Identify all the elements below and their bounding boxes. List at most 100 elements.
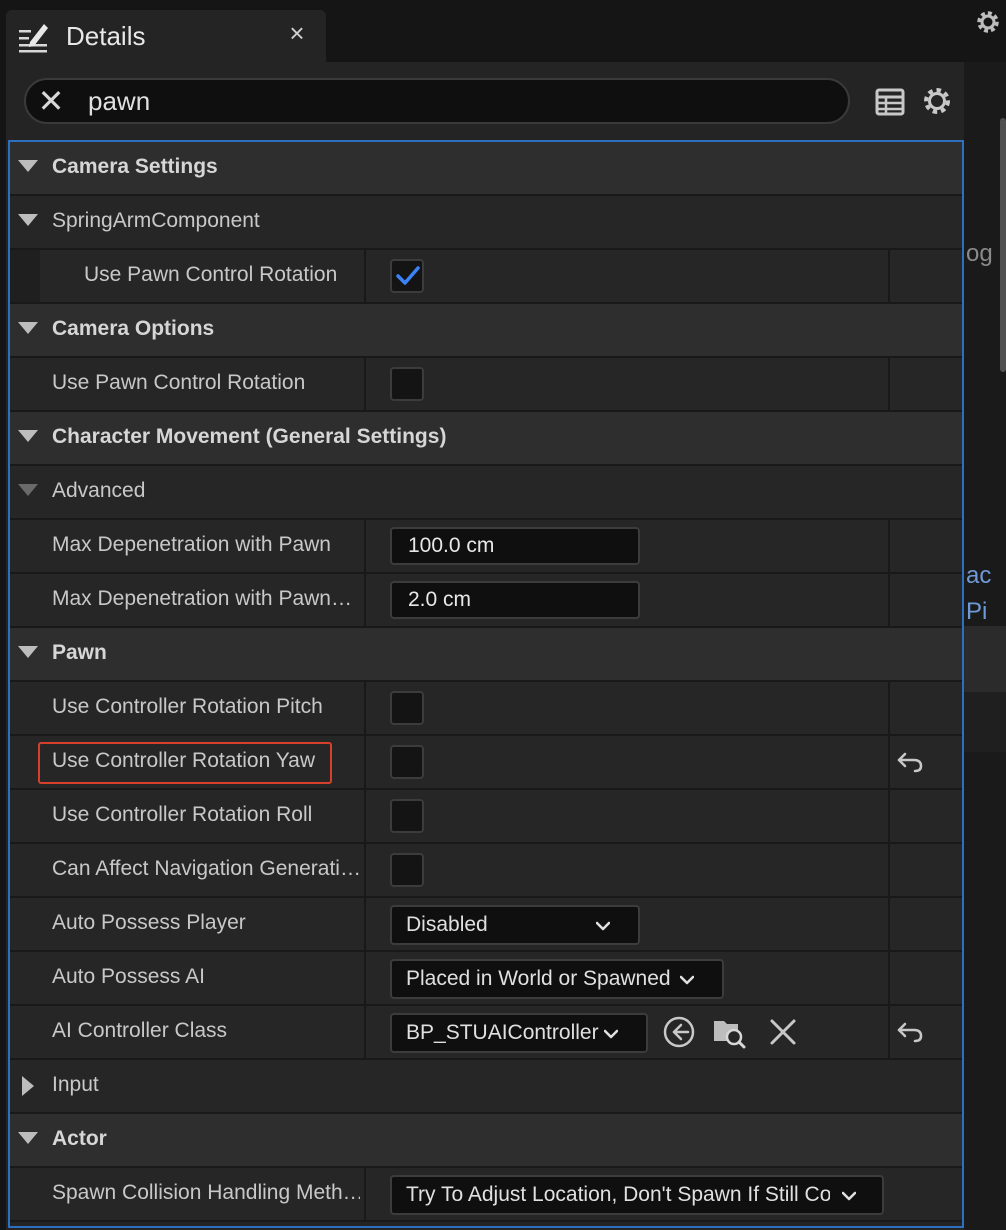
camera-use-pawn-control-checkbox[interactable] bbox=[390, 367, 424, 401]
chevron-down-icon bbox=[680, 975, 694, 985]
subcategory-label: Advanced bbox=[52, 479, 146, 502]
category-label: Camera Settings bbox=[52, 155, 218, 178]
expand-arrow-icon[interactable] bbox=[18, 1132, 38, 1144]
category-label: Input bbox=[52, 1073, 99, 1096]
category-character-movement[interactable]: Character Movement (General Settings) bbox=[10, 412, 962, 466]
category-camera-options[interactable]: Camera Options bbox=[10, 304, 962, 358]
expand-arrow-icon[interactable] bbox=[18, 160, 38, 172]
expand-arrow-icon[interactable] bbox=[18, 646, 38, 658]
property-label: Max Depenetration with Pawn bbox=[52, 533, 331, 556]
property-row: AI Controller Class BP_STUAIController bbox=[10, 1006, 962, 1060]
gear-icon[interactable] bbox=[972, 6, 1004, 38]
column-divider[interactable] bbox=[364, 520, 366, 572]
category-label: Camera Options bbox=[52, 317, 215, 340]
property-label: Spawn Collision Handling Meth… bbox=[52, 1181, 360, 1204]
property-label: Auto Possess AI bbox=[52, 965, 205, 988]
column-divider[interactable] bbox=[364, 250, 366, 302]
tab-bar: Details × bbox=[0, 0, 1006, 62]
property-label: Use Controller Rotation Pitch bbox=[52, 695, 323, 718]
dropdown-value: Placed in World or Spawned bbox=[406, 967, 671, 990]
details-pencil-icon bbox=[19, 24, 48, 53]
collapse-arrow-icon[interactable] bbox=[22, 1076, 34, 1096]
property-row: Use Controller Rotation Roll bbox=[10, 790, 962, 844]
column-divider[interactable] bbox=[364, 844, 366, 896]
ai-controller-class-dropdown[interactable]: BP_STUAIController bbox=[390, 1013, 648, 1053]
clear-asset-icon[interactable] bbox=[766, 1015, 800, 1049]
column-divider[interactable] bbox=[364, 898, 366, 950]
search-row: ✕ bbox=[6, 62, 964, 140]
column-divider[interactable] bbox=[364, 358, 366, 410]
use-controller-rotation-pitch-checkbox[interactable] bbox=[390, 691, 424, 725]
auto-possess-ai-dropdown[interactable]: Placed in World or Spawned bbox=[390, 959, 724, 999]
adjacent-block bbox=[964, 626, 1006, 692]
reset-to-default-icon[interactable] bbox=[896, 750, 924, 774]
property-label: Auto Possess Player bbox=[52, 911, 246, 934]
column-divider[interactable] bbox=[364, 1168, 366, 1220]
search-box[interactable]: ✕ bbox=[24, 78, 850, 124]
max-depenetration-with-pawn-input[interactable]: 100.0 cm bbox=[390, 527, 640, 565]
property-label: AI Controller Class bbox=[52, 1019, 228, 1042]
search-input[interactable] bbox=[88, 84, 828, 118]
reset-to-default-icon[interactable] bbox=[896, 1020, 924, 1044]
category-actor[interactable]: Actor bbox=[10, 1114, 962, 1168]
subcategory-label: SpringArmComponent bbox=[52, 209, 260, 232]
chevron-down-icon bbox=[596, 921, 610, 931]
dropdown-value: Disabled bbox=[406, 913, 488, 936]
column-divider bbox=[888, 1006, 890, 1058]
max-depenetration-with-pawn-2-input[interactable]: 2.0 cm bbox=[390, 581, 640, 619]
category-pawn[interactable]: Pawn bbox=[10, 628, 962, 682]
column-divider bbox=[888, 844, 890, 896]
column-divider bbox=[888, 682, 890, 734]
expand-arrow-icon[interactable] bbox=[18, 430, 38, 442]
auto-possess-player-dropdown[interactable]: Disabled bbox=[390, 905, 640, 945]
category-label: Character Movement (General Settings) bbox=[52, 425, 447, 448]
column-divider[interactable] bbox=[364, 574, 366, 626]
close-tab-button[interactable]: × bbox=[282, 18, 312, 48]
expand-arrow-icon[interactable] bbox=[18, 484, 38, 496]
adjacent-link[interactable]: ac bbox=[966, 562, 991, 590]
dropdown-value: Try To Adjust Location, Don't Spawn If S… bbox=[406, 1183, 830, 1206]
clear-search-button[interactable]: ✕ bbox=[34, 84, 68, 118]
property-label: Use Controller Rotation Roll bbox=[52, 803, 313, 826]
checkmark-icon bbox=[396, 266, 420, 285]
column-divider bbox=[888, 520, 890, 572]
property-row: Max Depenetration with Pawn… 2.0 cm bbox=[10, 574, 962, 628]
expand-arrow-icon[interactable] bbox=[18, 322, 38, 334]
column-divider[interactable] bbox=[364, 736, 366, 788]
column-divider[interactable] bbox=[364, 682, 366, 734]
gear-icon[interactable] bbox=[920, 84, 954, 118]
category-input[interactable]: Input bbox=[10, 1060, 962, 1114]
adjacent-link[interactable]: Pi bbox=[966, 598, 987, 626]
property-label: Use Controller Rotation Yaw bbox=[52, 749, 316, 772]
category-camera-settings[interactable]: Camera Settings bbox=[10, 142, 962, 196]
can-affect-navigation-checkbox[interactable] bbox=[390, 853, 424, 887]
column-divider[interactable] bbox=[364, 952, 366, 1004]
spawn-collision-dropdown[interactable]: Try To Adjust Location, Don't Spawn If S… bbox=[390, 1175, 884, 1215]
browse-asset-icon[interactable] bbox=[712, 1015, 746, 1049]
column-divider[interactable] bbox=[364, 790, 366, 842]
expand-arrow-icon[interactable] bbox=[18, 214, 38, 226]
use-pawn-control-rotation-checkbox[interactable] bbox=[390, 259, 424, 293]
nesting-indent bbox=[10, 250, 40, 302]
column-divider[interactable] bbox=[364, 1006, 366, 1058]
column-divider bbox=[888, 952, 890, 1004]
subcategory-advanced[interactable]: Advanced bbox=[10, 466, 962, 520]
column-divider bbox=[888, 736, 890, 788]
subcategory-spring-arm[interactable]: SpringArmComponent bbox=[10, 196, 962, 250]
column-divider bbox=[888, 790, 890, 842]
dropdown-value: BP_STUAIController bbox=[406, 1021, 599, 1044]
column-divider bbox=[888, 574, 890, 626]
use-controller-rotation-roll-checkbox[interactable] bbox=[390, 799, 424, 833]
property-row: Use Pawn Control Rotation bbox=[10, 250, 962, 304]
use-controller-rotation-yaw-checkbox[interactable] bbox=[390, 745, 424, 779]
property-label: Can Affect Navigation Generati… bbox=[52, 857, 360, 880]
scrollbar[interactable] bbox=[1000, 118, 1006, 372]
category-label: Actor bbox=[52, 1127, 107, 1150]
property-row: Spawn Collision Handling Meth… Try To Ad… bbox=[10, 1168, 962, 1222]
use-selected-asset-icon[interactable] bbox=[662, 1015, 696, 1049]
column-divider bbox=[888, 250, 890, 302]
property-row: Use Controller Rotation Pitch bbox=[10, 682, 962, 736]
details-tab[interactable]: Details × bbox=[6, 10, 326, 62]
property-matrix-icon[interactable] bbox=[874, 86, 906, 118]
property-label: Max Depenetration with Pawn… bbox=[52, 587, 352, 610]
